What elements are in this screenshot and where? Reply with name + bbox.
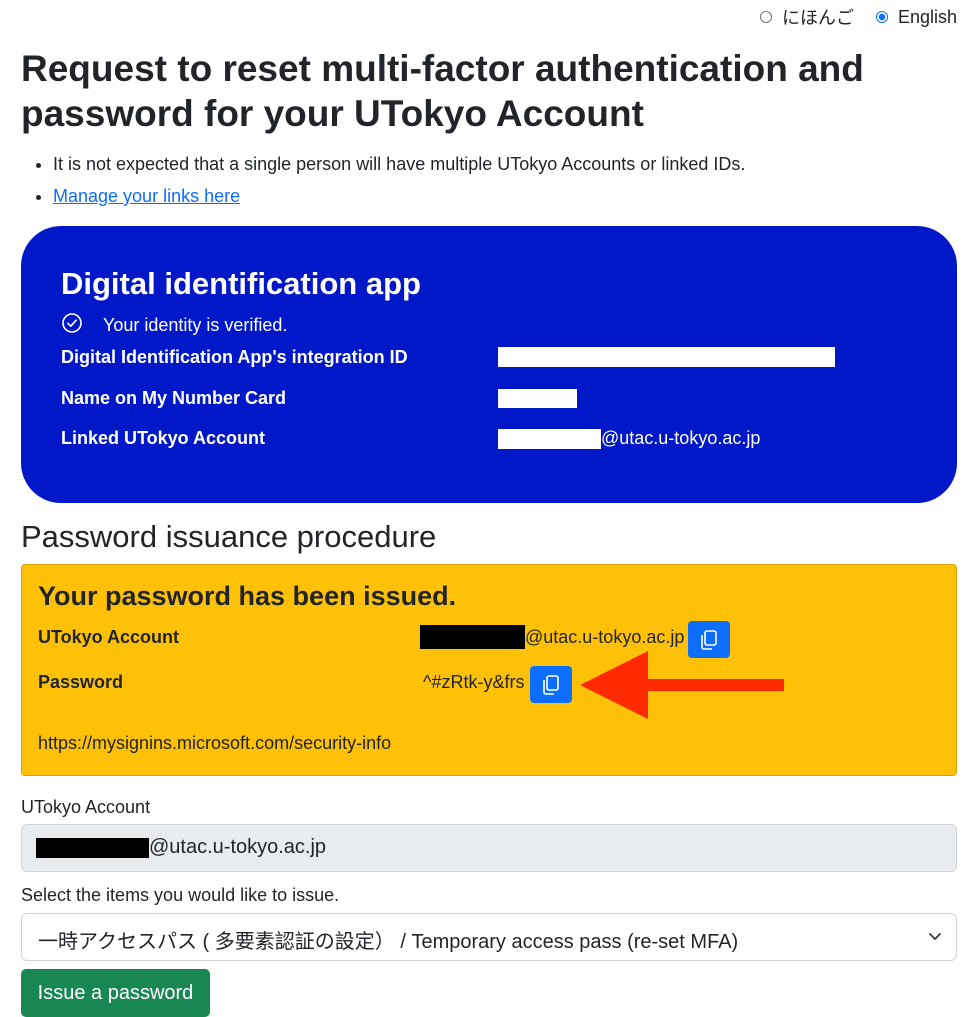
copy-password-button[interactable] <box>530 666 572 703</box>
check-circle-icon <box>61 312 83 339</box>
language-japanese-label: にほんご <box>781 8 854 28</box>
issued-title: Your password has been issued. <box>38 581 457 611</box>
language-selector: にほんご English <box>738 4 957 30</box>
red-arrow <box>580 651 784 719</box>
issue-item-select[interactable]: 一時アクセスパス ( 多要素認証の設定） / Temporary access … <box>21 913 957 961</box>
language-option-english[interactable]: English <box>875 6 957 28</box>
digital-id-card: Digital identification app Your identity… <box>21 226 957 503</box>
name-value-redacted <box>498 389 577 408</box>
account-redacted <box>420 625 525 649</box>
form-account-label: UTokyo Account <box>21 797 151 817</box>
page-title: Request to reset multi-factor authentica… <box>21 48 864 134</box>
account-input-domain: @utac.u-tokyo.ac.jp <box>149 836 327 858</box>
linked-account-redacted <box>498 429 601 449</box>
integration-id-label: Digital Identification App's integration… <box>61 347 408 367</box>
radio-japanese[interactable] <box>759 11 772 23</box>
notes-list: It is not expected that a single person … <box>21 148 745 212</box>
account-input-redacted <box>36 838 149 858</box>
procedure-heading: Password issuance procedure <box>21 519 437 554</box>
issued-password-panel: Your password has been issued. UTokyo Ac… <box>21 564 957 776</box>
select-value: 一時アクセスパス ( 多要素認証の設定） / Temporary access … <box>38 931 739 953</box>
issue-password-button[interactable]: Issue a password <box>21 969 210 1017</box>
account-label: UTokyo Account <box>38 627 180 647</box>
note-item: It is not expected that a single person … <box>53 148 745 180</box>
manage-links-link[interactable]: Manage your links here <box>53 186 240 206</box>
linked-account-domain: @utac.u-tokyo.ac.jp <box>601 428 761 448</box>
note-item: Manage your links here <box>53 180 745 212</box>
security-info-url: https://mysignins.microsoft.com/security… <box>38 733 392 753</box>
integration-id-value-redacted <box>498 347 835 367</box>
note-text: It is not expected that a single person … <box>53 154 746 174</box>
language-option-japanese[interactable]: にほんご <box>759 4 854 30</box>
language-english-label: English <box>897 6 957 27</box>
copy-icon <box>701 629 717 650</box>
select-label: Select the items you would like to issue… <box>21 885 340 905</box>
name-label: Name on My Number Card <box>61 388 287 408</box>
radio-english[interactable] <box>875 11 888 23</box>
linked-account-label: Linked UTokyo Account <box>61 428 266 448</box>
copy-icon <box>543 674 559 695</box>
verified-text: Your identity is verified. <box>103 315 288 335</box>
password-value: ^#zRtk-y&frs <box>423 672 525 692</box>
chevron-down-icon <box>929 933 941 940</box>
digital-id-title: Digital identification app <box>61 266 421 301</box>
account-input[interactable]: @utac.u-tokyo.ac.jp <box>21 824 957 872</box>
password-label: Password <box>38 672 124 692</box>
account-domain: @utac.u-tokyo.ac.jp <box>525 627 685 647</box>
